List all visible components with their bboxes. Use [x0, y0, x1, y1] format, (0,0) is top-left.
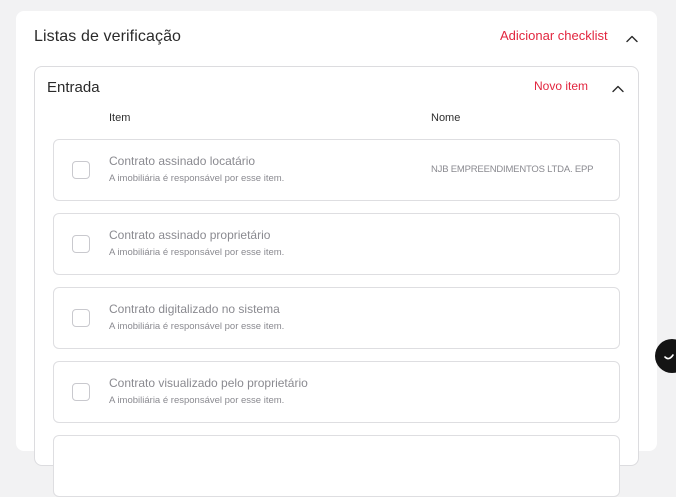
item-checkbox[interactable] — [72, 161, 90, 179]
checklist-item-row[interactable]: Contrato assinado locatário A imobiliári… — [53, 139, 620, 201]
item-checkbox[interactable] — [72, 309, 90, 327]
item-responsibility: A imobiliária é responsável por esse ite… — [109, 395, 285, 406]
checklist-item-row[interactable]: Contrato assinado proprietário A imobili… — [53, 213, 620, 275]
checklists-card: Listas de verificação Adicionar checklis… — [16, 11, 657, 497]
column-header-item: Item — [109, 112, 131, 124]
item-responsibility: A imobiliária é responsável por esse ite… — [109, 173, 285, 184]
column-header-name: Nome — [431, 112, 461, 124]
item-checkbox[interactable] — [72, 235, 90, 253]
item-title: Contrato assinado locatário — [109, 154, 256, 168]
item-responsibility: A imobiliária é responsável por esse ite… — [109, 247, 285, 258]
checklist-item-row[interactable]: Contrato visualizado pelo proprietário A… — [53, 361, 620, 423]
checklist-item-row[interactable]: Contrato digitalizado no sistema A imobi… — [53, 287, 620, 349]
checklist-section-entrada: Entrada Novo item Item Nome Contrato ass… — [34, 66, 639, 497]
chat-bubble-icon[interactable] — [655, 339, 676, 373]
section-title: Entrada — [47, 79, 100, 96]
item-assignee-name: NJB EMPREENDIMENTOS LTDA. EPP — [431, 164, 594, 175]
checklists-title: Listas de verificação — [34, 28, 182, 45]
item-title: Contrato assinado proprietário — [109, 228, 271, 242]
add-checklist-button[interactable]: Adicionar checklist — [500, 28, 608, 43]
item-title: Contrato digitalizado no sistema — [109, 302, 280, 316]
checklist-item-row[interactable] — [53, 435, 620, 497]
chevron-up-icon[interactable] — [625, 32, 639, 46]
chevron-up-icon[interactable] — [611, 82, 625, 96]
new-item-button[interactable]: Novo item — [534, 79, 588, 93]
item-title: Contrato visualizado pelo proprietário — [109, 376, 308, 390]
item-responsibility: A imobiliária é responsável por esse ite… — [109, 321, 285, 332]
item-checkbox[interactable] — [72, 383, 90, 401]
